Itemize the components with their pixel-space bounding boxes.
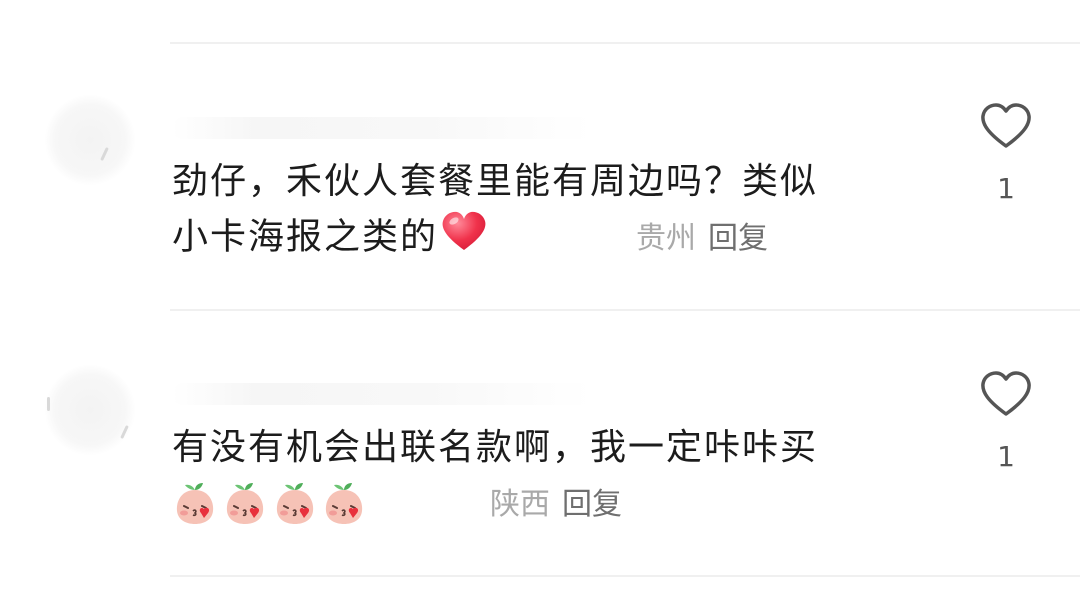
like-button[interactable]: 1 [978,102,1034,204]
like-count: 1 [997,440,1015,473]
comment-text-line: 劲仔，禾伙人套餐里能有周边吗？类似 [172,161,819,202]
comment-meta: 贵州 回复 [636,219,768,259]
comment-divider [170,309,1080,311]
reply-button[interactable]: 回复 [562,487,622,522]
location-label: 贵州 [636,221,696,256]
like-count: 1 [997,172,1015,205]
username-blurred[interactable] [172,117,592,139]
peach-kiss-sticker-icon [223,480,267,526]
like-button[interactable]: 1 [978,370,1034,472]
location-label: 陕西 [490,487,550,522]
heart-outline-icon[interactable] [978,370,1034,418]
heart-outline-icon[interactable] [978,102,1034,150]
comment-divider-bottom [170,575,1080,577]
peach-kiss-sticker-icon [173,480,217,526]
avatar[interactable] [45,95,135,185]
username-blurred[interactable] [172,383,592,405]
peach-kiss-sticker-icon [322,480,366,526]
comment-text-line-2: 小卡海报之类的 [172,210,488,267]
comment-text-line: 有没有机会出联名款啊，我一定咔咔买 [172,427,819,468]
reply-button[interactable]: 回复 [708,221,768,256]
comment-divider-top [170,42,1080,44]
peach-kiss-sticker-icon [273,480,317,526]
red-heart-emoji-icon [440,210,488,267]
avatar[interactable] [45,365,135,455]
comment-text-fragment: 小卡海报之类的 [172,216,439,258]
comment-meta: 陕西 回复 [490,485,622,525]
